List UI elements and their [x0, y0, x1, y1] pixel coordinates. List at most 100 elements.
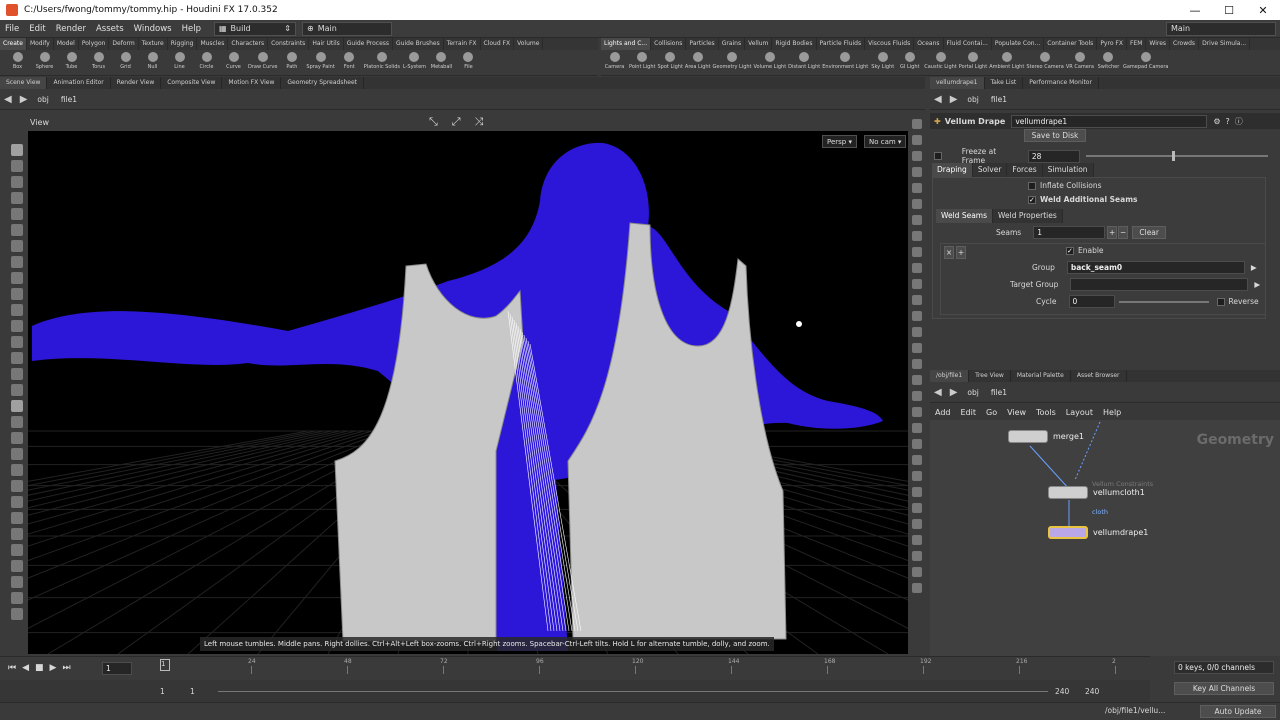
network-menu-edit[interactable]: Edit [956, 408, 982, 417]
display-option-icon[interactable] [911, 151, 922, 161]
right-desktop-select[interactable]: Main [1166, 21, 1276, 36]
shelf-tab-lights-and-c[interactable]: Lights and C... [601, 38, 652, 50]
display-option-icon[interactable] [911, 327, 922, 337]
viewport-tool-icon[interactable] [11, 480, 23, 492]
viewport-tool-icon[interactable] [11, 224, 23, 236]
shelf-tool-file[interactable]: File [455, 50, 482, 70]
shelf-tab-modify[interactable]: Modify [27, 38, 54, 50]
shelf-tool-curve[interactable]: Curve [220, 50, 247, 70]
menu-assets[interactable]: Assets [91, 24, 129, 34]
viewport-tool-icon[interactable] [11, 256, 23, 268]
display-option-icon[interactable] [911, 423, 922, 433]
pane-tab-tree-view[interactable]: Tree View [969, 370, 1011, 382]
add-seam-button[interactable]: + [1107, 226, 1118, 239]
shelf-tab-collisions[interactable]: Collisions [651, 38, 687, 50]
display-option-icon[interactable] [911, 215, 922, 225]
delete-seam-icon[interactable]: × [944, 246, 954, 259]
menu-edit[interactable]: Edit [24, 24, 50, 34]
network-menu-help[interactable]: Help [1098, 408, 1126, 417]
network-editor[interactable]: Geometry merge1 Vellum Constraints vellu… [930, 420, 1280, 656]
shelf-tool-platonic-solids[interactable]: Platonic Solids [363, 50, 401, 70]
shelf-tab-characters[interactable]: Characters [228, 38, 269, 50]
shelf-tool-sphere[interactable]: Sphere [31, 50, 58, 70]
display-option-icon[interactable] [911, 439, 922, 449]
pane-tab-geometry-spreadsheet[interactable]: Geometry Spreadsheet [281, 77, 364, 89]
reverse-checkbox[interactable] [1216, 297, 1225, 306]
display-option-icon[interactable] [911, 359, 922, 369]
shelf-tool-area-light[interactable]: Area Light [684, 50, 712, 70]
shelf-tool-portal-light[interactable]: Portal Light [958, 50, 988, 70]
range-slider[interactable] [218, 691, 1048, 692]
viewport-tool-icon[interactable] [11, 544, 23, 556]
shelf-tab-crowds[interactable]: Crowds [1170, 38, 1200, 50]
shelf-tab-texture[interactable]: Texture [139, 38, 168, 50]
forward-arrow-icon[interactable]: ▶ [20, 94, 28, 105]
pane-tab-scene-view[interactable]: Scene View [0, 77, 48, 89]
display-option-icon[interactable] [911, 535, 922, 545]
view-tool-icon[interactable]: ⤢ [452, 115, 461, 129]
shelf-tool-l-system[interactable]: L-System [401, 50, 428, 70]
shelf-tab-drive-simula[interactable]: Drive Simula... [1199, 38, 1251, 50]
viewport-tool-icon[interactable] [11, 336, 23, 348]
shelf-tool-switcher[interactable]: Switcher [1095, 50, 1122, 70]
remove-seam-button[interactable]: − [1118, 226, 1129, 239]
display-option-icon[interactable] [911, 583, 922, 593]
pane-tab-render-view[interactable]: Render View [111, 77, 162, 89]
menu-windows[interactable]: Windows [129, 24, 177, 34]
shelf-tool-grid[interactable]: Grid [112, 50, 139, 70]
clear-button[interactable]: Clear [1132, 226, 1167, 239]
shelf-tab-oceans[interactable]: Oceans [914, 38, 944, 50]
shelf-tab-constraints[interactable]: Constraints [268, 38, 310, 50]
pane-tab-composite-view[interactable]: Composite View [161, 77, 223, 89]
auto-update-button[interactable]: Auto Update [1200, 705, 1276, 718]
pane-tab-motion-fx-view[interactable]: Motion FX View [222, 77, 282, 89]
pane-tab-asset-browser[interactable]: Asset Browser [1071, 370, 1127, 382]
display-option-icon[interactable] [911, 183, 922, 193]
display-option-icon[interactable] [911, 295, 922, 305]
shelf-tab-model[interactable]: Model [54, 38, 79, 50]
shelf-tool-metaball[interactable]: Metaball [428, 50, 455, 70]
shelf-tool-gamepad-camera[interactable]: Gamepad Camera [1122, 50, 1170, 70]
viewport-tool-icon[interactable] [11, 432, 23, 444]
node-merge1[interactable]: merge1 [1008, 430, 1084, 443]
camera-menu[interactable]: No cam ▾ [864, 135, 907, 148]
skip-end-icon[interactable]: ⏭ [62, 663, 70, 673]
viewport-tool-icon[interactable] [11, 448, 23, 460]
shelf-tool-font[interactable]: Font [336, 50, 363, 70]
viewport-tool-icon[interactable] [11, 320, 23, 332]
info-icon[interactable]: ⓘ [1235, 116, 1243, 127]
shelf-tool-caustic-light[interactable]: Caustic Light [923, 50, 958, 70]
cycle-slider[interactable] [1118, 300, 1209, 303]
network-menu-layout[interactable]: Layout [1061, 408, 1098, 417]
shelf-tool-stereo-camera[interactable]: Stereo Camera [1025, 50, 1065, 70]
shelf-tab-guide-brushes[interactable]: Guide Brushes [393, 38, 444, 50]
shelf-tab-wires[interactable]: Wires [1146, 38, 1171, 50]
forward-arrow-icon[interactable]: ▶ [950, 94, 958, 105]
viewport-tool-icon[interactable] [11, 464, 23, 476]
display-option-icon[interactable] [911, 455, 922, 465]
shelf-tab-grains[interactable]: Grains [719, 38, 746, 50]
viewport-tool-icon[interactable] [11, 560, 23, 572]
display-option-icon[interactable] [911, 375, 922, 385]
shelf-tab-particles[interactable]: Particles [686, 38, 719, 50]
viewport-tool-icon[interactable] [11, 400, 23, 412]
viewport-tool-icon[interactable] [11, 512, 23, 524]
stop-icon[interactable]: ■ [35, 663, 44, 673]
shelf-tab-rigid-bodies[interactable]: Rigid Bodies [772, 38, 817, 50]
viewport-canvas[interactable] [28, 131, 908, 654]
display-option-icon[interactable] [911, 119, 922, 129]
viewport-tool-icon[interactable] [11, 384, 23, 396]
group-field[interactable]: back_seam0 [1066, 261, 1245, 274]
path-context[interactable]: obj [967, 388, 978, 397]
step-back-icon[interactable]: ◀ [22, 663, 29, 673]
insert-seam-icon[interactable]: + [956, 246, 966, 259]
display-option-icon[interactable] [911, 343, 922, 353]
shelfset-select[interactable]: ⊕ Main [301, 21, 392, 36]
shelf-tab-polygon[interactable]: Polygon [79, 38, 110, 50]
display-option-icon[interactable] [911, 567, 922, 577]
current-frame-field[interactable]: 1 [102, 662, 132, 675]
viewport-tool-icon[interactable] [11, 496, 23, 508]
shelf-tool-vr-camera[interactable]: VR Camera [1065, 50, 1095, 70]
viewport-tool-icon[interactable] [11, 528, 23, 540]
seams-field[interactable]: 1 [1033, 226, 1106, 239]
